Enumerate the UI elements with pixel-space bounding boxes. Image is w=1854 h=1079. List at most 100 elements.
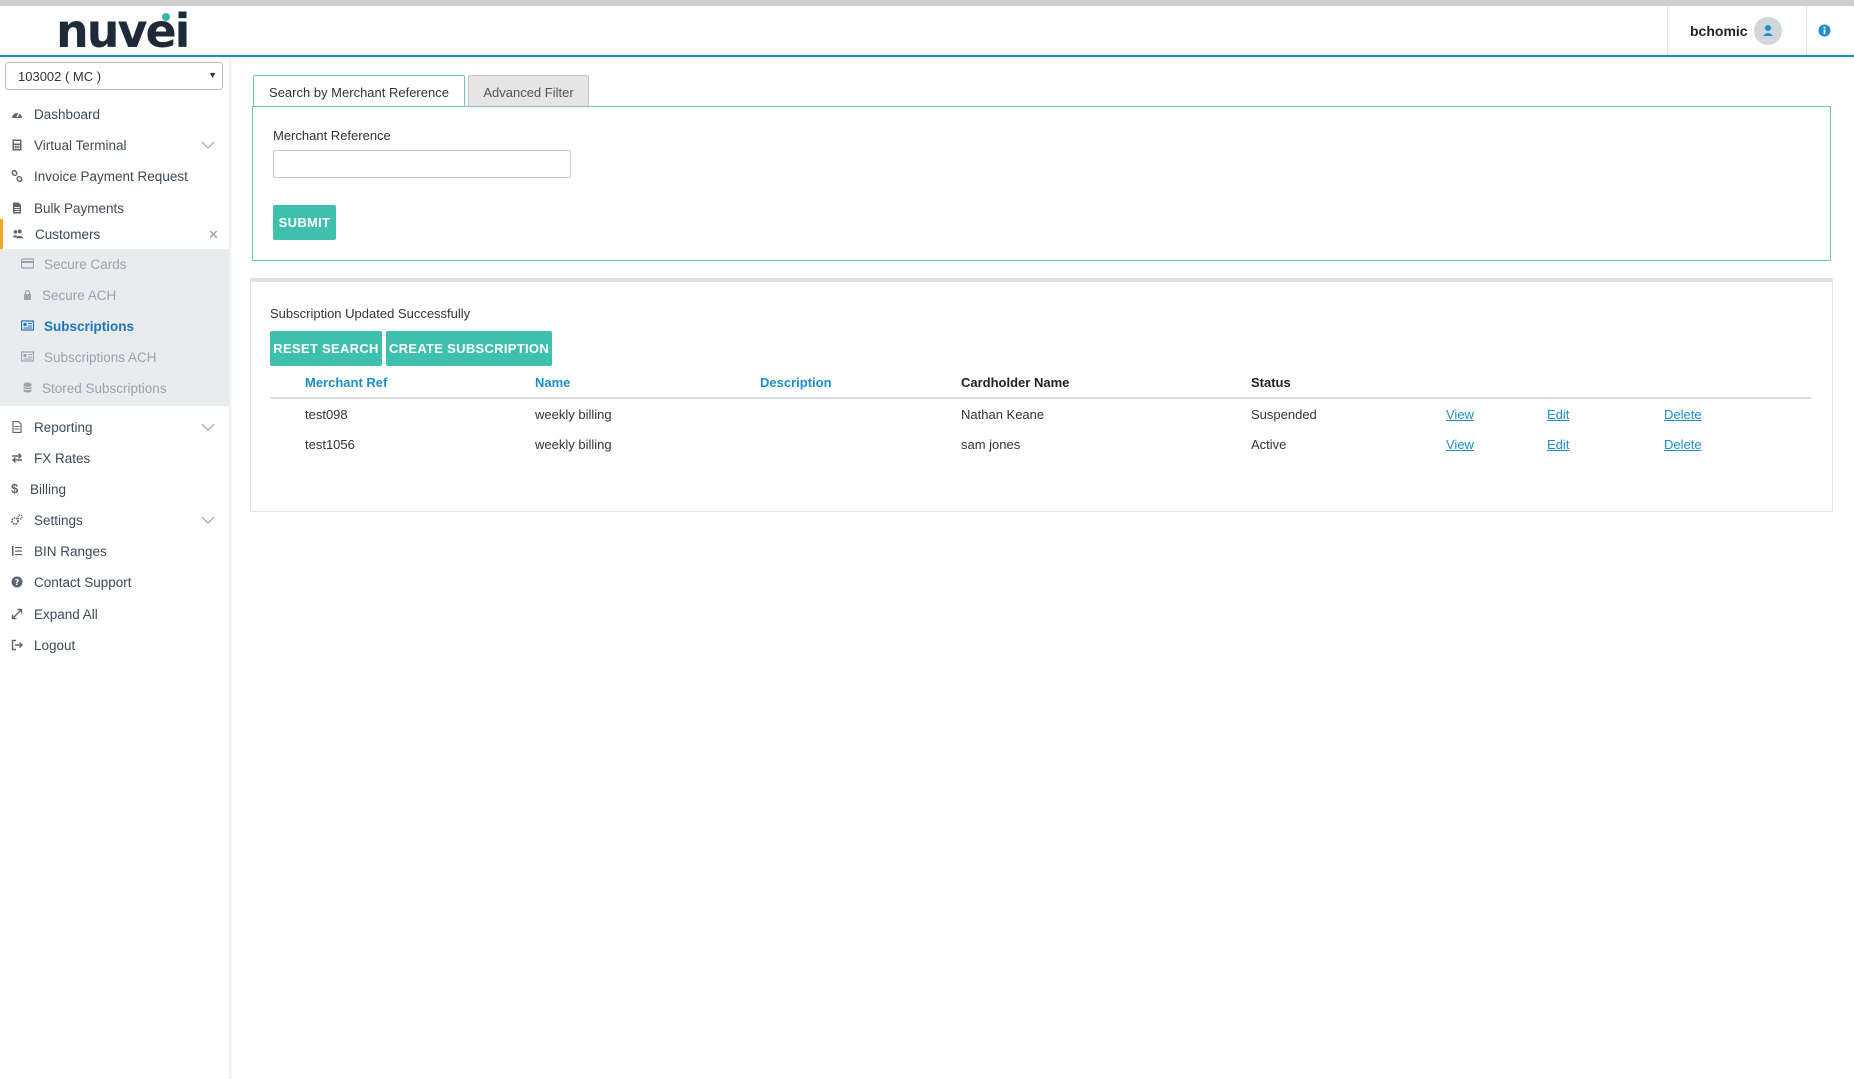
table-row: test098 weekly billing Nathan Keane Susp… (270, 400, 1811, 430)
edit-link[interactable]: Edit (1547, 407, 1569, 422)
sidebar-item-label: Reporting (34, 420, 93, 435)
sidebar-item-invoice-payment-request[interactable]: Invoice Payment Request (0, 161, 229, 191)
view-link[interactable]: View (1446, 407, 1474, 422)
sidebar-subitem-secure-ach[interactable]: Secure ACH (0, 280, 229, 310)
dashboard-icon (12, 112, 22, 118)
sidebar-shadow (229, 57, 233, 1079)
cell-name: weekly billing (535, 407, 612, 422)
sidebar-item-label: Customers (35, 227, 101, 242)
logout-icon (11, 639, 23, 651)
sidebar-subitem-label: Subscriptions (44, 319, 135, 334)
sidebar-item-label: Virtual Terminal (34, 138, 127, 153)
cell-merchant-ref: test1056 (305, 437, 355, 452)
sidebar-item-label: Settings (34, 513, 83, 528)
logo-text: nuvei (56, 4, 190, 58)
cell-merchant-ref: test098 (305, 407, 348, 422)
sidebar-subitem-label: Secure Cards (44, 257, 127, 272)
column-header-description[interactable]: Description (760, 375, 832, 390)
sidebar-item-label: Dashboard (34, 107, 101, 122)
cell-name: weekly billing (535, 437, 612, 452)
sidebar-item-label: Bulk Payments (34, 201, 125, 216)
sidebar-item-dashboard[interactable]: Dashboard (0, 99, 229, 129)
table-row: test1056 weekly billing sam jones Active… (270, 430, 1811, 460)
file-icon (13, 202, 21, 214)
sidebar-item-billing[interactable]: $ Billing (0, 474, 229, 504)
sidebar: 103002 ( MC ) ▼ Dashboard Virtual Termin… (0, 57, 230, 1079)
sidebar-item-label: BIN Ranges (34, 544, 107, 559)
sidebar-subitem-subscriptions-ach[interactable]: Subscriptions ACH (0, 342, 229, 372)
exchange-icon (12, 453, 22, 463)
status-message: Subscription Updated Successfully (270, 306, 471, 321)
close-icon[interactable]: ✕ (208, 227, 219, 243)
info-icon[interactable] (1818, 24, 1831, 37)
cell-status: Suspended (1251, 407, 1317, 422)
dollar-icon: $ (11, 481, 19, 496)
delete-link[interactable]: Delete (1664, 407, 1702, 422)
cell-cardholder-name: Nathan Keane (961, 407, 1045, 422)
chevron-down-icon[interactable] (201, 516, 215, 524)
svg-text:?: ? (15, 578, 20, 587)
tab-label: Advanced Filter (483, 85, 574, 100)
view-link[interactable]: View (1446, 437, 1474, 452)
submit-button[interactable]: SUBMIT (273, 205, 336, 240)
sidebar-item-bin-ranges[interactable]: BIN Ranges (0, 536, 229, 566)
cell-cardholder-name: sam jones (961, 437, 1021, 452)
column-header-merchant-ref[interactable]: Merchant Ref (305, 375, 387, 390)
report-icon (12, 421, 22, 433)
tab-label: Search by Merchant Reference (269, 85, 449, 100)
calculator-icon (12, 139, 22, 151)
sidebar-item-label: FX Rates (34, 451, 91, 466)
subscription-ach-icon (21, 351, 34, 362)
create-subscription-button[interactable]: CREATE SUBSCRIPTION (386, 331, 552, 366)
reset-search-button[interactable]: RESET SEARCH (270, 331, 382, 366)
tab-advanced-filter[interactable]: Advanced Filter (468, 75, 589, 107)
expand-icon (11, 608, 23, 620)
column-header-name[interactable]: Name (535, 375, 570, 390)
sidebar-item-label: Logout (34, 638, 76, 653)
sidebar-item-expand-all[interactable]: Expand All (0, 599, 229, 629)
chevron-down-icon[interactable] (201, 423, 215, 431)
tab-search-by-merchant-reference[interactable]: Search by Merchant Reference (253, 75, 465, 108)
sidebar-item-fx-rates[interactable]: FX Rates (0, 443, 229, 473)
sidebar-item-logout[interactable]: Logout (0, 630, 229, 660)
caret-down-icon: ▼ (208, 70, 217, 80)
avatar[interactable] (1754, 17, 1782, 45)
username-label: bchomic (1690, 23, 1748, 39)
column-header-status: Status (1251, 375, 1291, 390)
account-selector[interactable]: 103002 ( MC ) ▼ (5, 62, 223, 90)
lock-icon (24, 289, 31, 300)
sidebar-subitem-label: Subscriptions ACH (44, 350, 157, 365)
sidebar-item-customers[interactable]: Customers ✕ (0, 219, 232, 249)
users-icon (12, 229, 24, 239)
sidebar-item-virtual-terminal[interactable]: Virtual Terminal (0, 130, 229, 160)
sidebar-item-contact-support[interactable]: ? Contact Support (0, 567, 229, 597)
logo-dot (162, 13, 170, 21)
database-icon (23, 382, 32, 393)
merchant-reference-label: Merchant Reference (273, 128, 391, 143)
sidebar-item-settings[interactable]: Settings (0, 505, 229, 535)
user-menu[interactable]: bchomic (1667, 6, 1807, 55)
app-header: nuvei bchomic (0, 6, 1854, 57)
sidebar-subitem-label: Stored Subscriptions (42, 381, 167, 396)
subscription-icon (21, 320, 34, 331)
question-icon: ? (11, 576, 23, 588)
credit-card-icon (21, 258, 34, 269)
sidebar-item-label: Billing (30, 482, 67, 497)
results-panel: Subscription Updated Successfully RESET … (250, 278, 1833, 512)
sidebar-subitem-subscriptions[interactable]: Subscriptions (0, 311, 229, 341)
cogs-icon (11, 514, 23, 525)
sidebar-item-label: Contact Support (34, 575, 132, 590)
link-icon (11, 170, 23, 182)
delete-link[interactable]: Delete (1664, 437, 1702, 452)
sidebar-item-label: Expand All (34, 607, 98, 622)
sidebar-subitem-secure-cards[interactable]: Secure Cards (0, 249, 229, 279)
sidebar-item-reporting[interactable]: Reporting (0, 412, 229, 442)
chevron-down-icon[interactable] (201, 141, 215, 149)
sidebar-subitem-label: Secure ACH (42, 288, 117, 303)
nuvei-logo[interactable]: nuvei (56, 8, 190, 54)
column-header-cardholder-name: Cardholder Name (961, 375, 1070, 390)
table-header-divider (270, 397, 1811, 399)
edit-link[interactable]: Edit (1547, 437, 1569, 452)
merchant-reference-input[interactable] (273, 150, 571, 178)
sidebar-subitem-stored-subscriptions[interactable]: Stored Subscriptions (0, 373, 229, 403)
